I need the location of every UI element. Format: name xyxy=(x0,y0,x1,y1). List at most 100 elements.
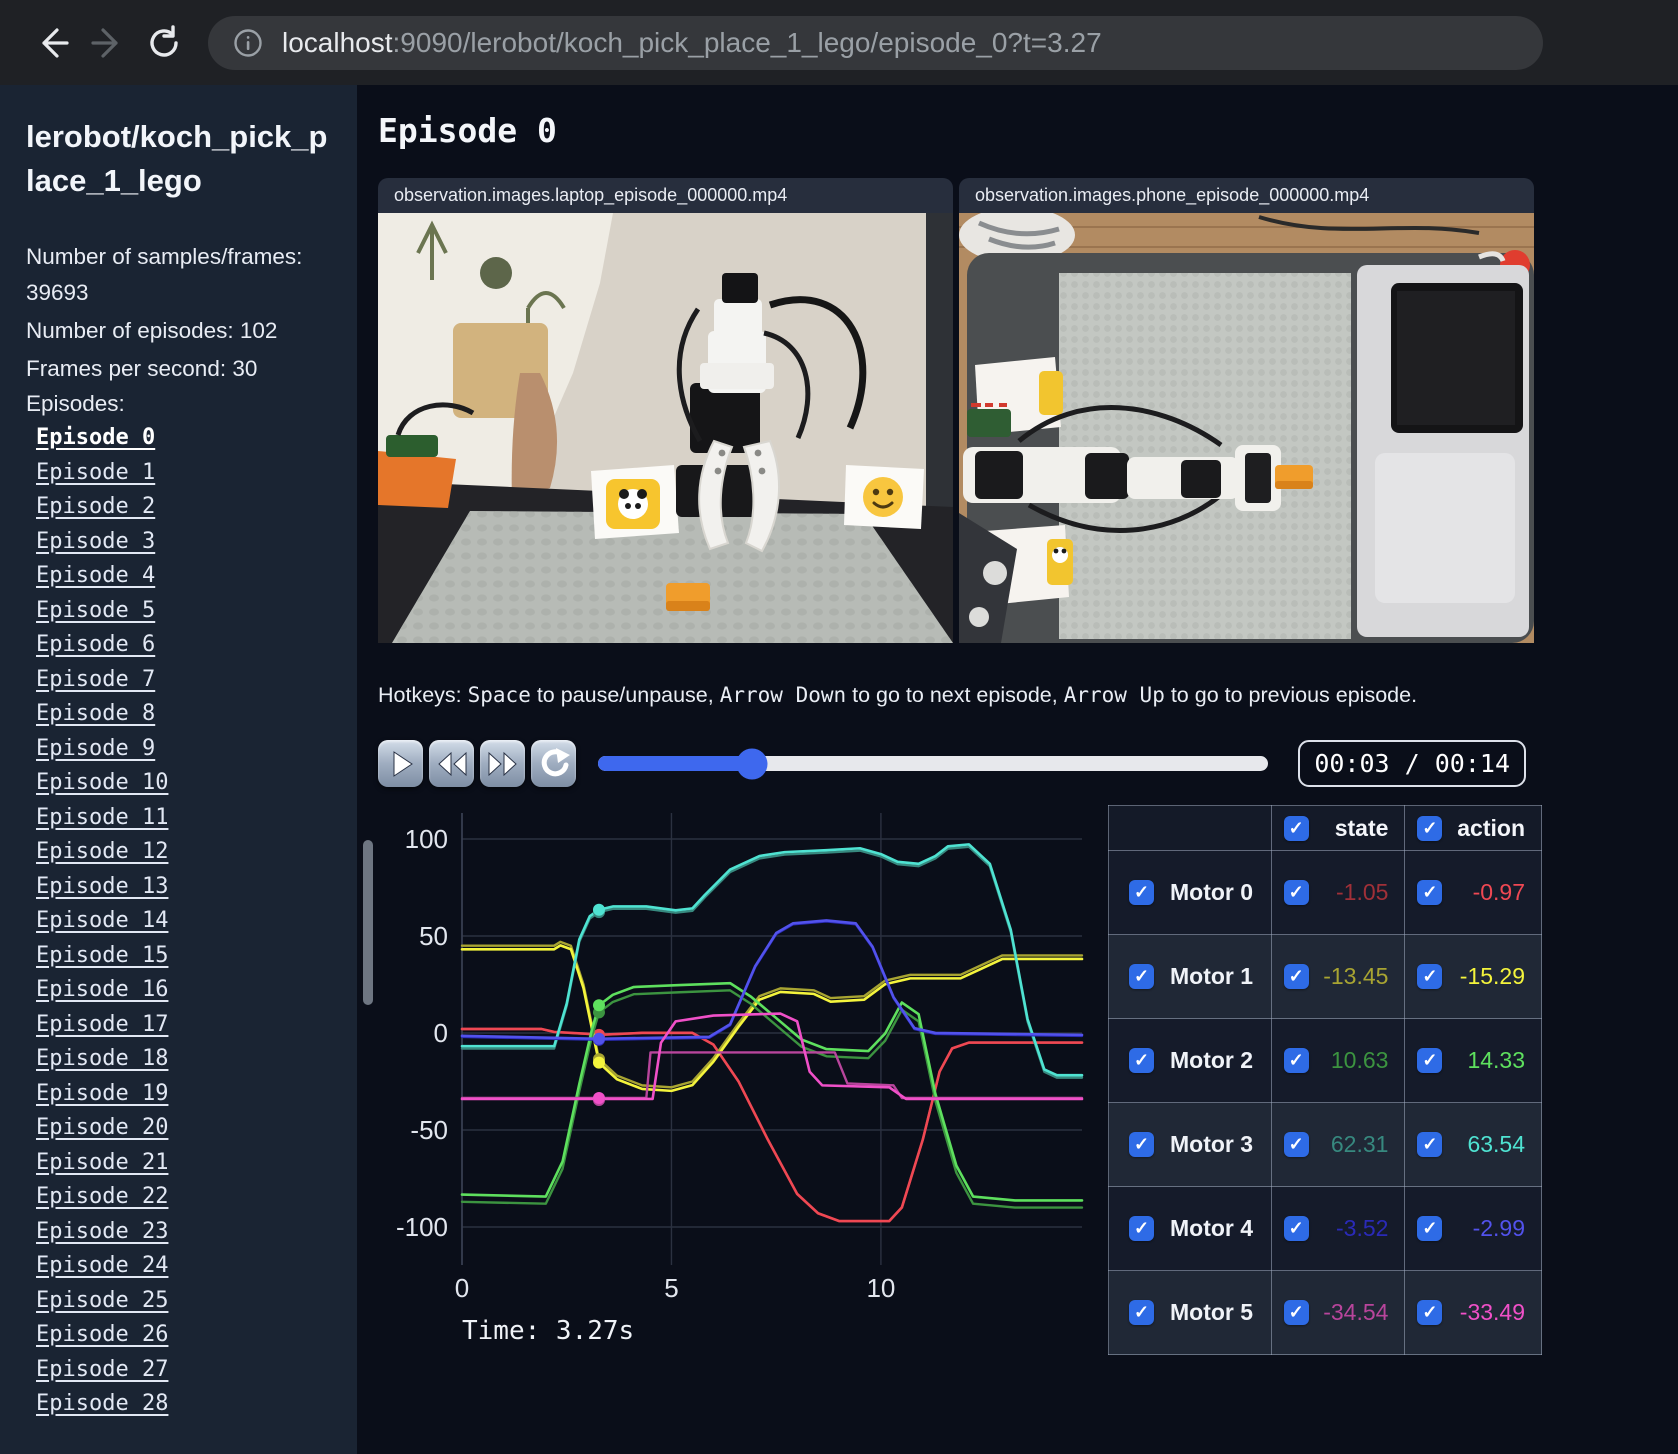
state-value-checkbox[interactable]: ✓ xyxy=(1283,1300,1309,1325)
rewind-button[interactable] xyxy=(429,740,474,787)
url-text: localhost:9090/lerobot/koch_pick_place_1… xyxy=(282,26,1102,58)
header-action-cell: ✓ action xyxy=(1404,805,1542,851)
action-value: -33.49 xyxy=(1459,1299,1525,1325)
hotkey-text: to pause/unpause, xyxy=(530,683,720,707)
hotkeys-help: Hotkeys: Space to pause/unpause, Arrow D… xyxy=(378,683,1678,708)
episode-link[interactable]: Episode 21 xyxy=(36,1150,168,1175)
action-value-checkbox[interactable]: ✓ xyxy=(1417,1132,1443,1157)
svg-text:5: 5 xyxy=(664,1273,678,1303)
episode-link[interactable]: Episode 13 xyxy=(36,874,168,899)
episode-link[interactable]: Episode 18 xyxy=(36,1046,168,1071)
motor-row: ✓ Motor 3 ✓ 62.31 ✓ 63.54 xyxy=(1108,1102,1542,1187)
episode-link[interactable]: Episode 19 xyxy=(36,1081,168,1106)
episode-list-item: Episode 12 xyxy=(36,839,331,864)
episode-list-item: Episode 26 xyxy=(36,1322,331,1347)
episode-link[interactable]: Episode 20 xyxy=(36,1115,168,1140)
episode-list-item: Episode 20 xyxy=(36,1115,331,1140)
episode-link[interactable]: Episode 8 xyxy=(36,701,155,726)
loop-button[interactable] xyxy=(531,740,576,787)
video-panel-phone: observation.images.phone_episode_000000.… xyxy=(959,178,1534,643)
seek-slider-fill xyxy=(598,756,753,771)
episode-link[interactable]: Episode 12 xyxy=(36,839,168,864)
motor-row-checkbox[interactable]: ✓ xyxy=(1129,880,1154,905)
motor-row-checkbox[interactable]: ✓ xyxy=(1129,1048,1154,1073)
episode-link[interactable]: Episode 4 xyxy=(36,563,155,588)
episode-list-item: Episode 16 xyxy=(36,977,331,1002)
episode-link[interactable]: Episode 14 xyxy=(36,908,168,933)
episode-list-item: Episode 23 xyxy=(36,1219,331,1244)
episode-link[interactable]: Episode 2 xyxy=(36,494,155,519)
episode-link[interactable]: Episode 23 xyxy=(36,1219,168,1244)
episodes-label: Episodes: xyxy=(26,391,125,417)
reload-icon[interactable] xyxy=(136,15,192,71)
episode-link[interactable]: Episode 27 xyxy=(36,1357,168,1382)
right-video-scene xyxy=(959,213,1534,643)
episode-link[interactable]: Episode 7 xyxy=(36,667,155,692)
svg-text:-100: -100 xyxy=(396,1212,448,1242)
action-value: 14.33 xyxy=(1467,1047,1525,1073)
episode-link[interactable]: Episode 1 xyxy=(36,460,155,485)
episode-link[interactable]: Episode 17 xyxy=(36,1012,168,1037)
episode-list-item: Episode 22 xyxy=(36,1184,331,1209)
episode-link[interactable]: Episode 3 xyxy=(36,529,155,554)
motor-row: ✓ Motor 0 ✓ -1.05 ✓ -0.97 xyxy=(1108,850,1542,935)
action-value-checkbox[interactable]: ✓ xyxy=(1417,1216,1443,1241)
episode-list-item: Episode 14 xyxy=(36,908,331,933)
episode-link[interactable]: Episode 25 xyxy=(36,1288,168,1313)
action-value-checkbox[interactable]: ✓ xyxy=(1417,964,1443,989)
main-content: Episode 0 observation.images.laptop_epis… xyxy=(357,85,1678,1454)
action-value-checkbox[interactable]: ✓ xyxy=(1417,1048,1443,1073)
svg-text:0: 0 xyxy=(434,1018,448,1048)
state-value-checkbox[interactable]: ✓ xyxy=(1283,1216,1309,1241)
episode-link[interactable]: Episode 28 xyxy=(36,1391,168,1416)
episode-link[interactable]: Episode 0 xyxy=(36,425,155,450)
episode-list-item: Episode 28 xyxy=(36,1391,331,1416)
motor-chart[interactable]: 100 50 0 -50 -100 0 5 10 xyxy=(378,805,1102,1305)
episode-link[interactable]: Episode 6 xyxy=(36,632,155,657)
motor-name: Motor 3 xyxy=(1170,1131,1254,1157)
back-icon[interactable] xyxy=(24,15,80,71)
motor-row-checkbox[interactable]: ✓ xyxy=(1129,1132,1154,1157)
state-value-checkbox[interactable]: ✓ xyxy=(1283,964,1309,989)
motor-row-checkbox[interactable]: ✓ xyxy=(1129,964,1154,989)
state-column-checkbox[interactable]: ✓ xyxy=(1283,815,1309,841)
address-bar[interactable]: localhost:9090/lerobot/koch_pick_place_1… xyxy=(208,15,1543,70)
motor-row-checkbox[interactable]: ✓ xyxy=(1129,1300,1154,1325)
seek-slider-thumb[interactable] xyxy=(736,748,768,779)
state-value: -3.52 xyxy=(1336,1215,1389,1241)
state-value-checkbox[interactable]: ✓ xyxy=(1283,880,1309,905)
episode-link[interactable]: Episode 10 xyxy=(36,770,168,795)
forward-icon[interactable] xyxy=(80,15,136,71)
header-state-cell: ✓ state xyxy=(1270,805,1406,851)
svg-text:50: 50 xyxy=(419,921,448,951)
state-value-checkbox[interactable]: ✓ xyxy=(1283,1132,1309,1157)
episode-list-item: Episode 9 xyxy=(36,736,331,761)
play-button[interactable] xyxy=(378,740,423,787)
episode-link[interactable]: Episode 22 xyxy=(36,1184,168,1209)
episode-link[interactable]: Episode 11 xyxy=(36,805,168,830)
dataset-stat: Number of episodes: 102 xyxy=(26,318,278,344)
episode-link[interactable]: Episode 26 xyxy=(36,1322,168,1347)
video-phone[interactable] xyxy=(959,213,1534,643)
motor-row-checkbox[interactable]: ✓ xyxy=(1129,1216,1154,1241)
motor-table-header: ✓ state ✓ action xyxy=(1108,805,1542,851)
action-column-label: action xyxy=(1457,814,1525,841)
episode-link[interactable]: Episode 9 xyxy=(36,736,155,761)
seek-slider[interactable] xyxy=(598,748,1269,779)
action-value-checkbox[interactable]: ✓ xyxy=(1417,880,1443,905)
video-laptop[interactable] xyxy=(378,213,953,643)
site-info-icon[interactable] xyxy=(232,27,264,59)
episode-link[interactable]: Episode 24 xyxy=(36,1253,168,1278)
state-value-checkbox[interactable]: ✓ xyxy=(1283,1048,1309,1073)
scrollbar-thumb[interactable] xyxy=(363,840,373,1005)
hotkey-text: Hotkeys: xyxy=(378,683,468,707)
action-value-checkbox[interactable]: ✓ xyxy=(1417,1300,1443,1325)
dataset-stats: Number of samples/frames: 39693 Number of… xyxy=(26,239,331,387)
episode-link[interactable]: Episode 16 xyxy=(36,977,168,1002)
fast-forward-button[interactable] xyxy=(480,740,525,787)
episode-link[interactable]: Episode 5 xyxy=(36,598,155,623)
svg-text:0: 0 xyxy=(455,1273,469,1303)
state-value: -1.05 xyxy=(1336,879,1389,905)
action-column-checkbox[interactable]: ✓ xyxy=(1417,815,1443,841)
episode-link[interactable]: Episode 15 xyxy=(36,943,168,968)
